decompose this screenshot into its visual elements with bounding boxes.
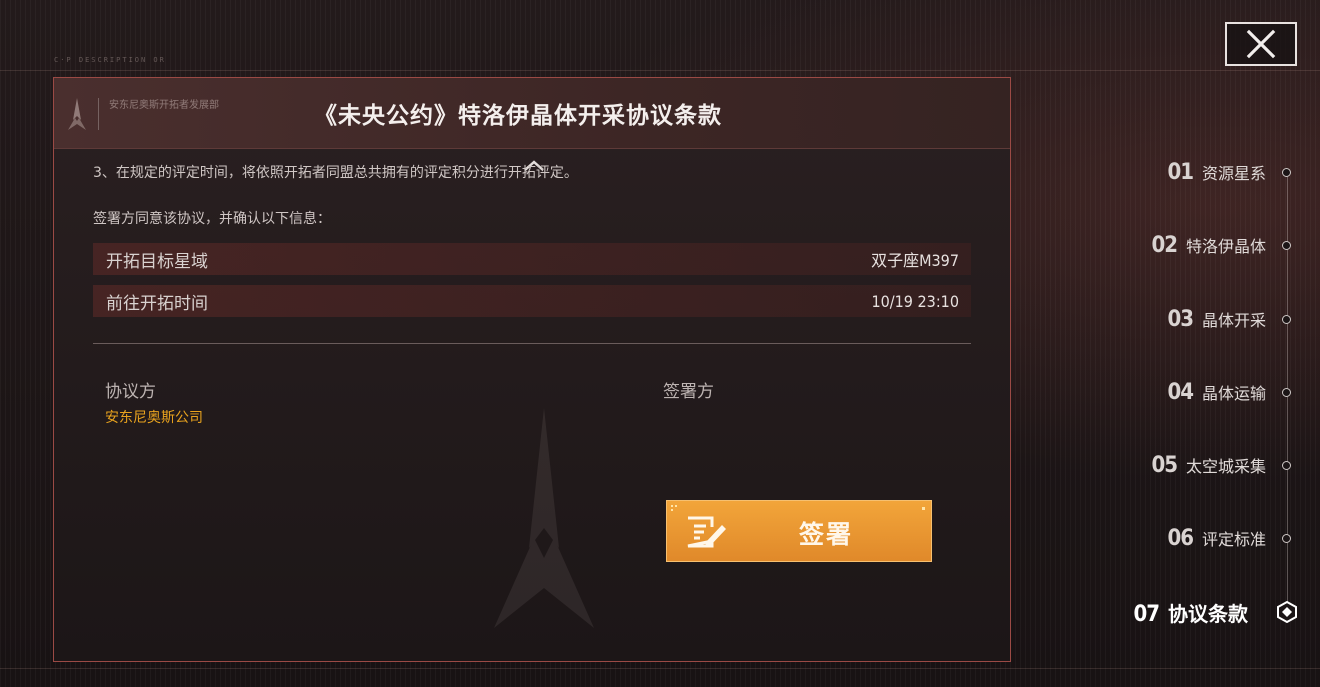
department-name: 安东尼奥斯开拓者发展部 [109,100,219,111]
nav-number: 03 [1167,307,1194,332]
nav-label: 太空城采集 [1185,457,1266,476]
sign-button[interactable]: 签署 [666,500,932,562]
nav-item-resource-galaxy[interactable]: 01 资源星系 [1167,160,1266,185]
nav-number: 07 [1133,602,1160,627]
nav-item-space-city[interactable]: 05 太空城采集 [1151,453,1266,478]
background-deco-text: C·P DESCRIPTION OR [54,56,166,64]
nav-number: 01 [1167,160,1194,185]
nav-item-evaluation[interactable]: 06 评定标准 [1167,526,1266,551]
watermark-logo-icon [494,408,594,628]
info-row-time: 前往开拓时间 10/19 23:10 [93,285,971,317]
nav-dot [1282,388,1291,397]
dialog-title: 《未央公约》特洛伊晶体开采协议条款 [314,103,722,129]
nav-number: 02 [1151,233,1178,258]
nav-item-agreement-terms[interactable]: 07 协议条款 [1133,598,1248,627]
header-separator [98,98,99,130]
edit-document-icon [687,516,726,548]
nav-label: 晶体运输 [1201,384,1266,403]
nav-dot [1282,534,1291,543]
nav-label: 评定标准 [1201,530,1266,549]
info-label: 前往开拓时间 [106,293,208,314]
close-icon [1246,29,1276,59]
corner-dots-icon [671,505,677,511]
nav-dot [1282,315,1291,324]
nav-item-crystal-transport[interactable]: 04 晶体运输 [1167,380,1266,405]
party-a-label: 协议方 [105,382,156,402]
close-button[interactable] [1225,22,1297,66]
confirm-text: 签署方同意该协议，并确认以下信息： [93,211,331,227]
nav-item-crystal-mining[interactable]: 03 晶体开采 [1167,307,1266,332]
company-logo-icon [68,98,86,130]
nav-number: 06 [1167,526,1194,551]
background-line [0,668,1320,669]
nav-number: 04 [1167,380,1194,405]
nav-label: 特洛伊晶体 [1185,237,1266,256]
dialog-header: 安东尼奥斯开拓者发展部 《未央公约》特洛伊晶体开采协议条款 [54,78,1010,149]
divider [93,343,971,344]
party-a-name: 安东尼奥斯公司 [105,410,203,426]
nav-dot [1282,461,1291,470]
clause-text: 3、在规定的评定时间，将依照开拓者同盟总共拥有的评定积分进行开拓评定。 [93,165,578,181]
nav-label: 协议条款 [1168,602,1248,626]
nav-label: 晶体开采 [1201,311,1266,330]
background-line [0,70,1320,71]
info-row-target: 开拓目标星域 双子座M397 [93,243,971,275]
info-value: 10/19 23:10 [871,291,959,311]
party-b-label: 签署方 [663,382,714,402]
corner-dot [922,507,925,510]
nav-dot [1282,168,1291,177]
nav-label: 资源星系 [1201,164,1266,183]
info-label: 开拓目标星域 [106,251,208,272]
sign-button-label: 签署 [799,520,854,549]
hexagon-marker-icon [1277,601,1297,623]
nav-dot [1282,241,1291,250]
nav-number: 05 [1151,453,1178,478]
nav-item-troy-crystal[interactable]: 02 特洛伊晶体 [1151,233,1266,258]
info-value: 双子座M397 [871,251,959,270]
agreement-dialog: 安东尼奥斯开拓者发展部 《未央公约》特洛伊晶体开采协议条款 3、在规定的评定时间… [53,77,1011,662]
